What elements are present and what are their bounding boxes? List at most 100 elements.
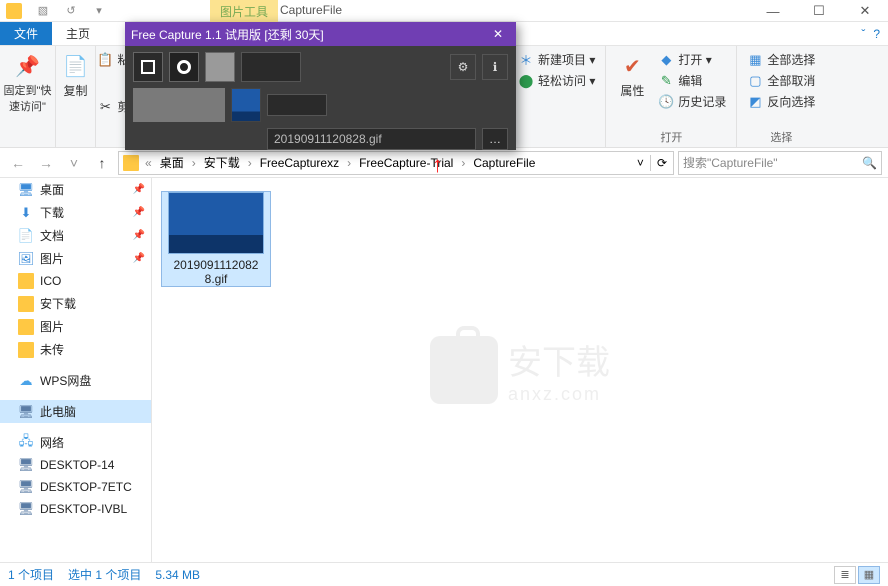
- desktop-icon: 🖥: [18, 182, 34, 198]
- select-none-button[interactable]: ▢全部取消: [745, 71, 817, 90]
- nav-this-pc[interactable]: 🖥此电脑: [0, 400, 151, 423]
- nav-documents[interactable]: 📄文档📌: [0, 224, 151, 247]
- breadcrumb-dropdown[interactable]: ˅: [637, 156, 644, 170]
- open-icon: ◆: [658, 52, 674, 68]
- capture-mode-region[interactable]: [205, 52, 235, 82]
- status-selection: 选中 1 个项目: [68, 566, 141, 583]
- status-size: 5.34 MB: [155, 568, 200, 582]
- refresh-button[interactable]: ⟳: [657, 156, 667, 170]
- close-button[interactable]: ✕: [842, 0, 888, 22]
- capture-about-button[interactable]: ℹ: [482, 54, 508, 80]
- file-list[interactable]: 2019091112082 8.gif 安下载 anxz.com: [152, 178, 888, 562]
- edit-button[interactable]: ✎编辑: [656, 71, 728, 90]
- capture-close-button[interactable]: ✕: [486, 27, 510, 41]
- nav-wps[interactable]: ☁WPS网盘: [0, 369, 151, 392]
- nav-downloads[interactable]: ⬇下载📌: [0, 201, 151, 224]
- qat-undo-icon[interactable]: ↺: [60, 2, 82, 20]
- copy-icon: 📄: [62, 52, 90, 80]
- select-all-button[interactable]: ▦全部选择: [745, 50, 817, 69]
- cloud-icon: ☁: [18, 373, 34, 389]
- pc-icon: 🖥: [18, 501, 34, 517]
- nav-back-button[interactable]: ←: [6, 151, 30, 175]
- status-item-count: 1 个项目: [8, 566, 54, 583]
- nav-recent-dropdown[interactable]: ˅: [62, 151, 86, 175]
- view-icons-button[interactable]: ▦: [858, 566, 880, 584]
- capture-mode-fullscreen[interactable]: [133, 52, 163, 82]
- capture-size-field[interactable]: [241, 52, 301, 82]
- select-invert-button[interactable]: ◩反向选择: [745, 92, 817, 111]
- thispc-icon: 🖥: [18, 404, 34, 420]
- nav-desktop[interactable]: 🖥桌面📌: [0, 178, 151, 201]
- breadcrumb-item[interactable]: FreeCapture-Trial: [355, 154, 457, 172]
- properties-icon: ✔: [618, 52, 646, 80]
- nav-ico[interactable]: ICO: [0, 270, 151, 292]
- easy-access-button[interactable]: ⬤轻松访问 ▾: [516, 71, 597, 90]
- qat-properties-icon[interactable]: ▧: [32, 2, 54, 20]
- nav-pc1[interactable]: 🖥DESKTOP-14: [0, 454, 151, 476]
- capture-thumb: [231, 88, 261, 122]
- select-invert-icon: ◩: [747, 94, 763, 110]
- pin-icon: 📌: [133, 207, 145, 218]
- nav-anxz[interactable]: 安下载: [0, 292, 151, 315]
- copy-button[interactable]: 📄 复制: [58, 50, 94, 101]
- capture-browse-button[interactable]: …: [482, 128, 508, 150]
- pin-quick-access-button[interactable]: 📌 固定到"快 速访问": [0, 50, 55, 116]
- file-thumbnail: [168, 192, 264, 254]
- nav-pictures[interactable]: 🖼图片📌: [0, 247, 151, 270]
- pin-icon: 📌: [14, 52, 42, 80]
- picture-icon: 🖼: [18, 251, 34, 267]
- view-details-button[interactable]: ≣: [834, 566, 856, 584]
- pin-icon: 📌: [133, 253, 145, 264]
- nav-forward-button[interactable]: →: [34, 151, 58, 175]
- titlebar: ▧ ↺ ▾ 图片工具 CaptureFile — ☐ ✕: [0, 0, 888, 22]
- file-item[interactable]: 2019091112082 8.gif: [162, 192, 270, 286]
- new-item-icon: ＊: [518, 52, 534, 68]
- capture-titlebar[interactable]: Free Capture 1.1 试用版 [还剩 30天] ✕: [125, 22, 516, 46]
- folder-icon: [18, 296, 34, 312]
- folder-icon: [18, 342, 34, 358]
- nav-pc3[interactable]: 🖥DESKTOP-IVBL: [0, 498, 151, 520]
- tab-home[interactable]: 主页: [52, 22, 104, 45]
- nav-pictures2[interactable]: 图片: [0, 315, 151, 338]
- download-icon: ⬇: [18, 205, 34, 221]
- capture-preview: [133, 88, 225, 122]
- capture-title-label: Free Capture 1.1 试用版 [还剩 30天]: [131, 26, 324, 43]
- history-icon: 🕓: [658, 94, 674, 110]
- properties-button[interactable]: ✔ 属性: [614, 50, 650, 111]
- nav-pc2[interactable]: 🖥DESKTOP-7ETC: [0, 476, 151, 498]
- folder-icon: [123, 155, 139, 171]
- watermark: 安下载 anxz.com: [430, 335, 610, 405]
- capture-app-window[interactable]: Free Capture 1.1 试用版 [还剩 30天] ✕ ⚙ ℹ 2019…: [125, 22, 516, 150]
- pin-icon: 📌: [133, 230, 145, 241]
- pin-icon: 📌: [133, 184, 145, 195]
- search-icon[interactable]: 🔍: [862, 156, 877, 170]
- contextual-tab-picture-tools[interactable]: 图片工具: [210, 0, 278, 22]
- tab-file[interactable]: 文件: [0, 22, 52, 45]
- folder-app-icon: [6, 3, 22, 19]
- pc-icon: 🖥: [18, 457, 34, 473]
- capture-settings-button[interactable]: ⚙: [450, 54, 476, 80]
- history-button[interactable]: 🕓历史记录: [656, 92, 728, 111]
- network-icon: 🖧: [18, 435, 34, 451]
- nav-weichuan[interactable]: 未传: [0, 338, 151, 361]
- nav-network[interactable]: 🖧网络: [0, 431, 151, 454]
- folder-icon: [18, 273, 34, 289]
- nav-up-button[interactable]: ↑: [90, 151, 114, 175]
- capture-format-field[interactable]: [267, 94, 327, 116]
- maximize-button[interactable]: ☐: [796, 0, 842, 22]
- nav-pane: 🖥桌面📌 ⬇下载📌 📄文档📌 🖼图片📌 ICO 安下载 图片 未传 ☁WPS网盘…: [0, 178, 152, 562]
- help-icon[interactable]: ?: [873, 27, 880, 41]
- new-item-button[interactable]: ＊新建项目 ▾: [516, 50, 597, 69]
- breadcrumb-item[interactable]: FreeCapturexz: [256, 154, 343, 172]
- ribbon-expand-icon[interactable]: ˇ: [861, 27, 865, 41]
- capture-mode-record[interactable]: [169, 52, 199, 82]
- minimize-button[interactable]: —: [750, 0, 796, 22]
- breadcrumb-overflow[interactable]: «: [143, 156, 154, 170]
- breadcrumb-item[interactable]: CaptureFile: [469, 154, 539, 172]
- status-bar: 1 个项目 选中 1 个项目 5.34 MB ≣ ▦: [0, 562, 888, 586]
- capture-filename-input[interactable]: 20190911120828.gif: [267, 128, 476, 150]
- open-with-button[interactable]: ◆打开 ▾: [656, 50, 728, 69]
- qat-dropdown-icon[interactable]: ▾: [88, 2, 110, 20]
- document-icon: 📄: [18, 228, 34, 244]
- search-input[interactable]: 搜索"CaptureFile" 🔍: [678, 151, 882, 175]
